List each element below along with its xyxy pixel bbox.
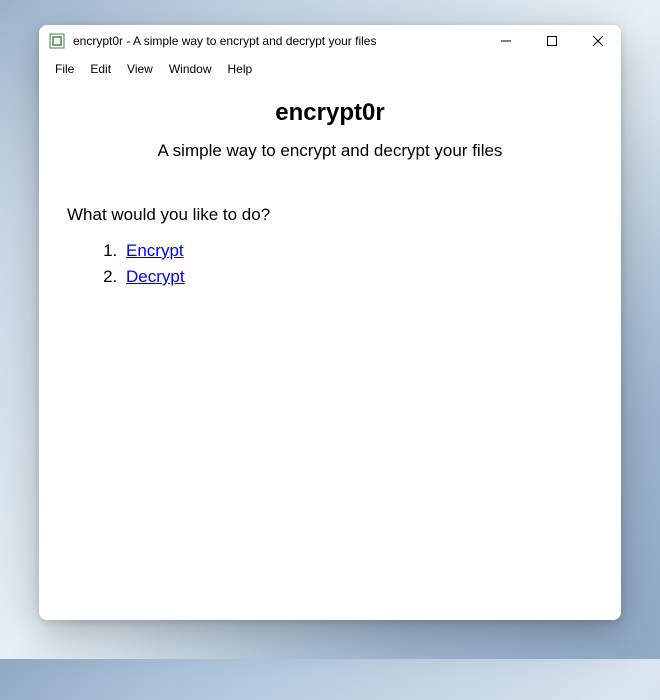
content-area: encrypt0r A simple way to encrypt and de… — [39, 81, 621, 620]
decrypt-link[interactable]: Decrypt — [126, 267, 185, 286]
prompt-text: What would you like to do? — [67, 205, 593, 225]
menu-edit[interactable]: Edit — [82, 59, 119, 79]
list-item: Encrypt — [122, 241, 593, 261]
menu-file[interactable]: File — [47, 59, 82, 79]
close-button[interactable] — [575, 25, 621, 57]
window-title: encrypt0r - A simple way to encrypt and … — [73, 34, 483, 48]
page-subtitle: A simple way to encrypt and decrypt your… — [67, 141, 593, 161]
window-controls — [483, 25, 621, 57]
app-window: encrypt0r - A simple way to encrypt and … — [39, 25, 621, 620]
options-list: Encrypt Decrypt — [67, 241, 593, 287]
menu-view[interactable]: View — [119, 59, 161, 79]
encrypt-link[interactable]: Encrypt — [126, 241, 184, 260]
menu-window[interactable]: Window — [161, 59, 220, 79]
minimize-button[interactable] — [483, 25, 529, 57]
close-icon — [593, 36, 603, 46]
menu-help[interactable]: Help — [220, 59, 261, 79]
page-title: encrypt0r — [67, 99, 593, 127]
list-item: Decrypt — [122, 267, 593, 287]
maximize-icon — [547, 36, 557, 46]
maximize-button[interactable] — [529, 25, 575, 57]
app-icon — [49, 33, 65, 49]
minimize-icon — [501, 36, 511, 46]
menubar: File Edit View Window Help — [39, 57, 621, 81]
titlebar[interactable]: encrypt0r - A simple way to encrypt and … — [39, 25, 621, 57]
